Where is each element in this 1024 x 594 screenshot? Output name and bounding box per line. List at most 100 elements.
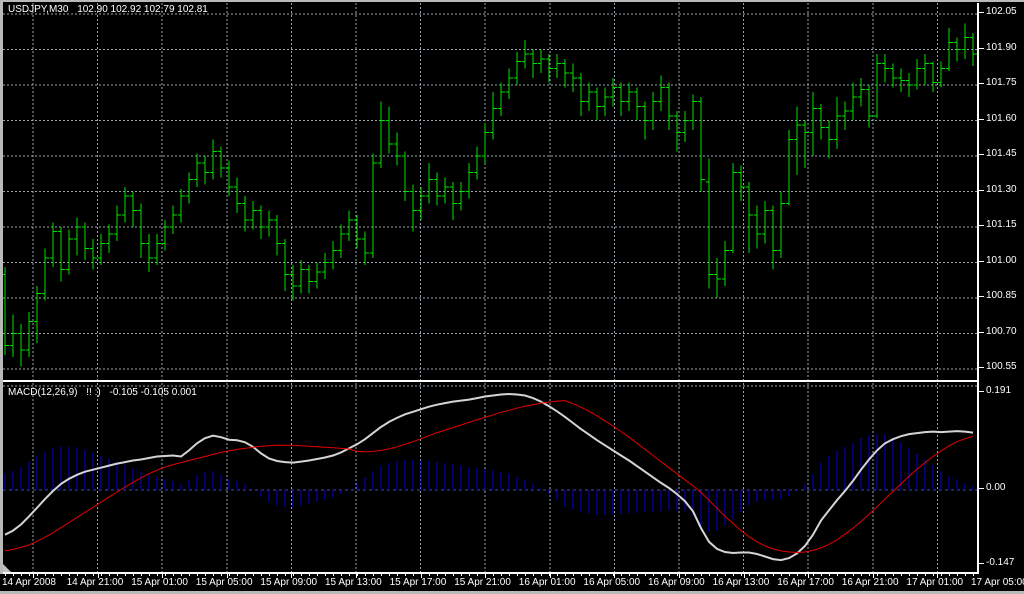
price-tick — [979, 83, 984, 84]
bar-tick — [877, 574, 878, 576]
price-tick — [979, 296, 984, 297]
price-tick — [979, 261, 984, 262]
macd-value-tick — [979, 563, 984, 564]
price-label: 100.85 — [986, 290, 1017, 301]
grid-tick — [33, 574, 34, 578]
bar-tick — [101, 574, 102, 576]
bar-tick — [437, 574, 438, 576]
grid-tick — [291, 574, 292, 578]
value-axis[interactable]: 102.05101.90101.75101.60101.45101.30101.… — [977, 2, 1024, 574]
bar-tick — [581, 574, 582, 576]
time-label: 17 Apr 05:00 — [971, 577, 1024, 588]
bar-tick — [949, 574, 950, 576]
time-axis[interactable]: 14 Apr 200814 Apr 21:0015 Apr 01:0015 Ap… — [0, 574, 1024, 591]
chart-window: USDJPY,M30 102.90 102.92 102.79 102.81 M… — [0, 0, 1024, 594]
bar-tick — [285, 574, 286, 576]
bar-tick — [573, 574, 574, 576]
price-label: 101.90 — [986, 42, 1017, 53]
bar-tick — [141, 574, 142, 576]
grid-tick — [744, 574, 745, 578]
price-tick — [979, 12, 984, 13]
price-label: 101.45 — [986, 148, 1017, 159]
grid-tick — [421, 574, 422, 578]
price-tick — [979, 332, 984, 333]
macd-title: MACD(12,26,9) !! :) -0.105 -0.105 0.001 — [8, 387, 203, 398]
price-label: 101.60 — [986, 113, 1017, 124]
bar-tick — [605, 574, 606, 576]
bar-tick — [309, 574, 310, 576]
bar-tick — [861, 574, 862, 576]
grid-tick — [98, 574, 99, 578]
price-label: 101.30 — [986, 184, 1017, 195]
panel-separator[interactable] — [3, 380, 1024, 382]
macd-value-tick — [979, 488, 984, 489]
bar-tick — [213, 574, 214, 576]
bar-tick — [853, 574, 854, 576]
bar-tick — [941, 574, 942, 576]
macd-values-label: -0.105 -0.105 0.001 — [109, 387, 196, 398]
bar-tick — [533, 574, 534, 576]
panel-resize-grip-icon[interactable] — [3, 564, 11, 572]
bar-tick — [477, 574, 478, 576]
bar-tick — [261, 574, 262, 576]
bar-tick — [965, 574, 966, 576]
bar-tick — [189, 574, 190, 576]
bar-tick — [389, 574, 390, 576]
bar-tick — [677, 574, 678, 576]
bar-tick — [293, 574, 294, 576]
bar-tick — [821, 574, 822, 576]
bar-tick — [53, 574, 54, 576]
ohlc-bars — [3, 23, 977, 366]
bar-tick — [301, 574, 302, 576]
bar-tick — [381, 574, 382, 576]
price-tick — [979, 154, 984, 155]
bar-tick — [461, 574, 462, 576]
time-label: 16 Apr 21:00 — [842, 577, 899, 588]
bar-tick — [181, 574, 182, 576]
time-label: 17 Apr 01:00 — [906, 577, 963, 588]
bar-tick — [325, 574, 326, 576]
symbol-timeframe-label: USDJPY,M30 — [8, 4, 68, 15]
grid-tick — [808, 574, 809, 578]
bar-tick — [637, 574, 638, 576]
bar-tick — [717, 574, 718, 576]
macd-main-line — [5, 394, 973, 560]
time-label: 14 Apr 2008 — [2, 577, 56, 588]
price-chart-panel[interactable] — [3, 3, 977, 380]
bar-tick — [469, 574, 470, 576]
time-label: 14 Apr 21:00 — [67, 577, 124, 588]
bar-tick — [493, 574, 494, 576]
time-label: 16 Apr 13:00 — [713, 577, 770, 588]
bar-tick — [509, 574, 510, 576]
bar-tick — [933, 574, 934, 576]
bar-tick — [125, 574, 126, 576]
time-label: 15 Apr 13:00 — [325, 577, 382, 588]
price-tick — [979, 225, 984, 226]
bar-tick — [501, 574, 502, 576]
time-label: 15 Apr 05:00 — [196, 577, 253, 588]
grid-tick — [550, 574, 551, 578]
bar-tick — [61, 574, 62, 576]
macd-indicator-panel[interactable] — [3, 382, 977, 572]
bar-tick — [149, 574, 150, 576]
bar-tick — [829, 574, 830, 576]
bar-tick — [973, 574, 974, 576]
bar-tick — [525, 574, 526, 576]
macd-extra-glyphs: !! :) — [86, 387, 100, 398]
bar-tick — [333, 574, 334, 576]
grid-tick — [162, 574, 163, 578]
bar-tick — [925, 574, 926, 576]
bar-tick — [629, 574, 630, 576]
bar-tick — [813, 574, 814, 576]
grid-tick — [873, 574, 874, 578]
bar-tick — [117, 574, 118, 576]
bar-tick — [357, 574, 358, 576]
bar-tick — [5, 574, 6, 576]
bar-tick — [429, 574, 430, 576]
bar-tick — [277, 574, 278, 576]
bar-tick — [45, 574, 46, 576]
bar-tick — [837, 574, 838, 576]
bar-tick — [229, 574, 230, 576]
bar-tick — [205, 574, 206, 576]
bar-tick — [453, 574, 454, 576]
